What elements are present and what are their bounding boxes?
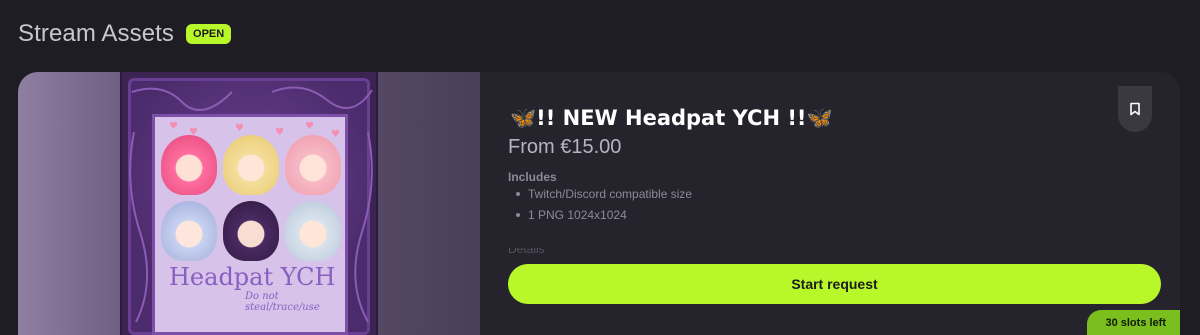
emote-character-silver	[161, 201, 217, 261]
start-request-button[interactable]: Start request	[508, 264, 1161, 304]
emote-character-blonde	[223, 135, 279, 195]
includes-item: Twitch/Discord compatible size	[514, 186, 692, 207]
artwork-panel: ♥ ♥ ♥ ♥ ♥ ♥ Headpat YCH Do not steal/tra…	[152, 114, 348, 335]
listing-media[interactable]: ♥ ♥ ♥ ♥ ♥ ♥ Headpat YCH Do not steal/tra…	[18, 72, 480, 335]
includes-heading: Includes	[508, 170, 557, 184]
includes-list: Twitch/Discord compatible size 1 PNG 102…	[514, 186, 692, 228]
slots-left-badge: 30 slots left	[1087, 310, 1180, 335]
details-heading-label: Details	[508, 248, 545, 256]
includes-item: 1 PNG 1024x1024	[514, 207, 692, 228]
details-heading: Details	[508, 248, 568, 256]
heart-icon: ♥	[305, 121, 314, 132]
status-badge: OPEN	[186, 24, 232, 44]
listing-artwork-image: ♥ ♥ ♥ ♥ ♥ ♥ Headpat YCH Do not steal/tra…	[120, 72, 378, 335]
emote-character-pink	[161, 135, 217, 195]
emote-character-rose	[285, 135, 341, 195]
section-title: Stream Assets	[18, 20, 175, 47]
artwork-title: Headpat YCH	[169, 263, 336, 291]
bookmark-icon	[1130, 102, 1140, 116]
listing-title[interactable]: 🦋!! NEW Headpat YCH !!🦋	[510, 106, 833, 131]
section-header: Stream Assets OPEN	[18, 20, 232, 48]
heart-icon: ♥	[275, 127, 284, 138]
emote-character-white	[285, 201, 341, 261]
listing-card[interactable]: ♥ ♥ ♥ ♥ ♥ ♥ Headpat YCH Do not steal/tra…	[18, 72, 1180, 335]
heart-icon: ♥	[169, 121, 178, 132]
listing-price: From €15.00	[508, 136, 622, 158]
artwork-subtitle: Do not steal/trace/use	[245, 291, 320, 313]
bookmark-button[interactable]	[1118, 86, 1152, 132]
heart-icon: ♥	[331, 129, 340, 140]
emote-character-dark	[223, 201, 279, 261]
heart-icon: ♥	[235, 123, 244, 134]
